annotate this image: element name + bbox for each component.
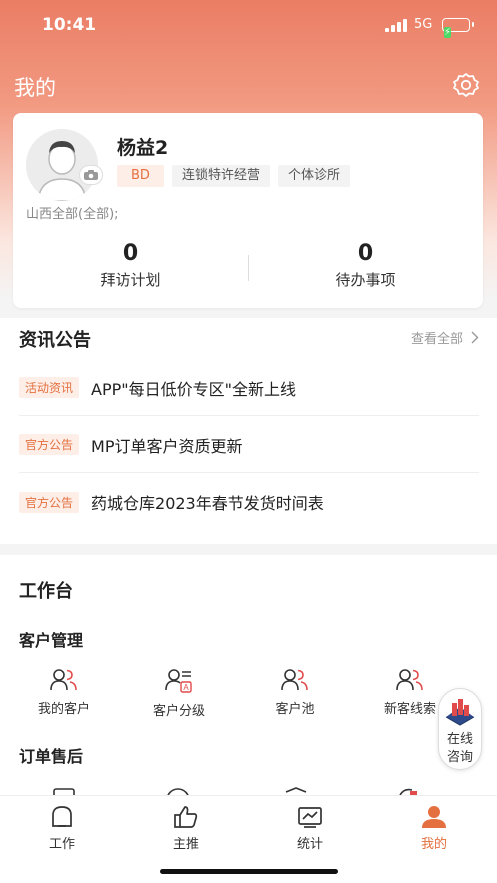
stat-label: 待办事项 <box>335 271 396 289</box>
online-consult-button[interactable]: 在线 咨询 <box>438 688 482 770</box>
user-icon <box>422 806 446 828</box>
profile-card: 杨益2 BD 连锁特许经营 个体诊所 山西全部(全部); 0 拜访计划 0 待办… <box>13 113 483 308</box>
users-icon <box>50 669 77 691</box>
news-item[interactable]: 活动资讯 APP"每日低价专区"全新上线 <box>19 360 479 416</box>
new-lead-icon <box>396 669 423 691</box>
stats-row: 0 拜访计划 0 待办事项 <box>13 241 483 296</box>
user-name: 杨益2 <box>117 137 169 159</box>
region-text: 山西全部(全部); <box>26 207 119 222</box>
work-icon <box>52 806 72 827</box>
building-icon <box>445 699 475 726</box>
thumbs-up-icon <box>174 806 198 828</box>
grid-item-label: 客户分级 <box>152 704 205 719</box>
tab-label: 工作 <box>48 837 75 852</box>
news-item[interactable]: 官方公告 药城仓库2023年春节发货时间表 <box>19 474 479 530</box>
stat-label: 拜访计划 <box>100 271 161 289</box>
workbench-section: 工作台 客户管理 我的客户 A 客户分级 客户池 新客线索 订单售后 <box>0 555 497 797</box>
news-tag: 活动资讯 <box>19 377 80 398</box>
role-tag: BD <box>117 165 164 187</box>
tab-featured[interactable]: 主推 <box>124 804 248 852</box>
news-text: 药城仓库2023年春节发货时间表 <box>91 494 324 513</box>
signal-icon <box>385 19 407 32</box>
news-text: APP"每日低价专区"全新上线 <box>91 379 296 399</box>
workbench-title: 工作台 <box>19 581 73 602</box>
grid-item-label: 我的客户 <box>37 702 90 717</box>
view-all-label: 查看全部 <box>410 332 463 347</box>
customer-pool-icon <box>281 669 308 691</box>
customer-group-title: 客户管理 <box>19 631 84 650</box>
my-customers-button[interactable]: 我的客户 <box>9 668 119 717</box>
view-all-link[interactable]: 查看全部 <box>411 328 479 347</box>
status-bar: 10:41 5G ⚡ <box>0 0 497 50</box>
news-item[interactable]: 官方公告 MP订单客户资质更新 <box>19 417 479 473</box>
float-label: 在线 <box>446 732 473 747</box>
chart-icon <box>298 807 322 828</box>
customer-level-button[interactable]: A 客户分级 <box>124 668 234 719</box>
tab-label: 统计 <box>296 837 323 852</box>
order-group-title: 订单售后 <box>19 747 84 766</box>
settings-gear-icon[interactable] <box>452 71 480 99</box>
business-tag: 个体诊所 <box>277 165 350 187</box>
float-label: 咨询 <box>446 750 473 765</box>
business-tag: 连锁特许经营 <box>171 165 270 187</box>
tab-label: 主推 <box>172 837 199 852</box>
network-label: 5G <box>414 17 433 32</box>
news-tag: 官方公告 <box>19 491 80 513</box>
camera-icon[interactable] <box>79 165 103 185</box>
stat-value: 0 <box>357 241 374 266</box>
stat-value: 0 <box>122 241 139 266</box>
user-tags: BD 连锁特许经营 个体诊所 <box>117 165 350 187</box>
battery-icon: ⚡ <box>442 18 474 38</box>
tab-label: 我的 <box>420 837 447 852</box>
grid-item-label: 客户池 <box>275 702 315 717</box>
home-indicator <box>160 869 338 874</box>
page-title: 我的 <box>14 76 56 100</box>
tab-stats[interactable]: 统计 <box>248 804 372 852</box>
status-time: 10:41 <box>42 15 97 35</box>
tab-mine[interactable]: 我的 <box>372 804 496 852</box>
news-section: 资讯公告 查看全部 活动资讯 APP"每日低价专区"全新上线 官方公告 MP订单… <box>0 318 497 544</box>
tab-work[interactable]: 工作 <box>0 804 124 852</box>
news-text: MP订单客户资质更新 <box>91 436 243 456</box>
todo-stat[interactable]: 0 待办事项 <box>248 241 483 290</box>
visit-plan-stat[interactable]: 0 拜访计划 <box>13 241 248 290</box>
customer-level-icon: A <box>165 669 192 693</box>
chevron-right-icon <box>471 331 479 344</box>
news-tag: 官方公告 <box>19 434 80 455</box>
svg-text:A: A <box>183 683 189 692</box>
news-title: 资讯公告 <box>19 330 91 351</box>
customer-pool-button[interactable]: 客户池 <box>240 668 350 717</box>
